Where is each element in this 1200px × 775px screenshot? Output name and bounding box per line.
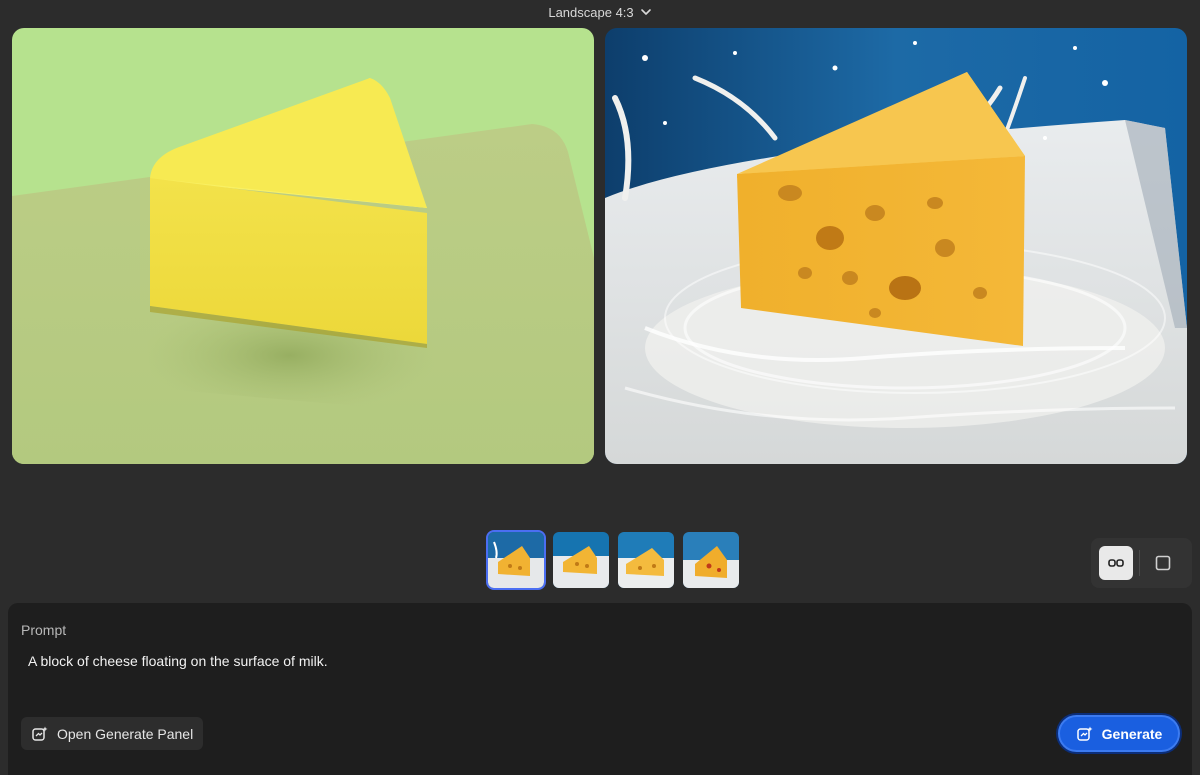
result-image-left[interactable] xyxy=(12,28,594,464)
thumbnail-1[interactable] xyxy=(486,530,546,590)
single-view-button[interactable] xyxy=(1146,546,1180,580)
prompt-input[interactable]: A block of cheese floating on the surfac… xyxy=(28,653,328,669)
chevron-down-icon xyxy=(640,9,651,15)
thumbnail-3[interactable] xyxy=(618,532,674,588)
view-toggle-divider xyxy=(1139,550,1140,576)
aspect-ratio-dropdown[interactable]: Landscape 4:3 xyxy=(548,5,651,20)
open-generate-panel-label: Open Generate Panel xyxy=(57,725,194,742)
open-generate-panel-button[interactable]: Open Generate Panel xyxy=(21,717,204,750)
result-image-right[interactable] xyxy=(605,28,1187,464)
thumbnail-strip xyxy=(486,530,739,590)
view-mode-toggle xyxy=(1091,538,1192,588)
generate-panel-icon xyxy=(32,726,48,741)
compare-view-button[interactable] xyxy=(1099,546,1133,580)
generate-icon xyxy=(1076,726,1093,741)
generate-label: Generate xyxy=(1101,725,1163,742)
thumbnail-4[interactable] xyxy=(683,532,739,588)
aspect-ratio-label: Landscape 4:3 xyxy=(548,4,634,20)
prompt-label: Prompt xyxy=(21,622,67,638)
single-view-icon xyxy=(1155,555,1171,571)
thumbnail-2[interactable] xyxy=(553,532,609,588)
aspect-ratio-bar: Landscape 4:3 xyxy=(0,2,1200,22)
compare-view-icon xyxy=(1108,559,1124,567)
generate-button[interactable]: Generate xyxy=(1058,715,1180,752)
prompt-panel: Prompt A block of cheese floating on the… xyxy=(8,603,1192,775)
